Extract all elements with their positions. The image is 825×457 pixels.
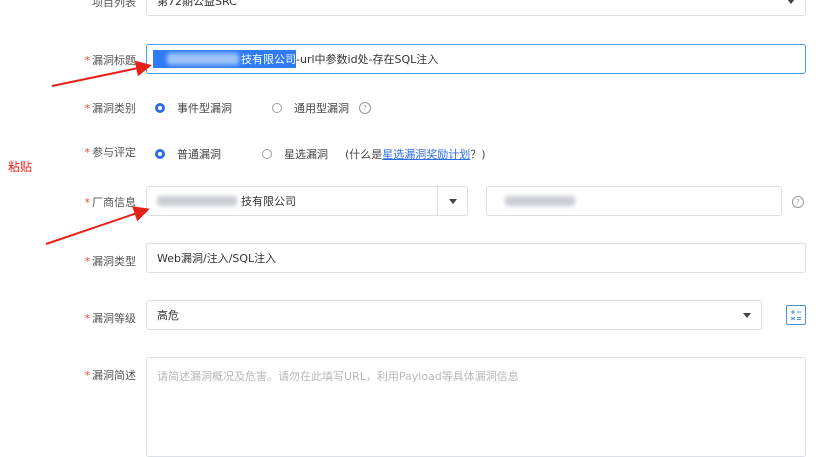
radio-dot: [262, 149, 272, 159]
evaluation-label: * 参与评定: [84, 146, 137, 159]
vuln-type-input[interactable]: Web漏洞/注入/SQL注入: [146, 243, 806, 273]
radio-star-vuln[interactable]: 星选漏洞: [262, 146, 328, 162]
category-label: * 漏洞类别: [84, 102, 137, 115]
radio-dot-selected: [155, 103, 165, 113]
category-row: * 漏洞类别 事件型漏洞 通用型漏洞 ?: [0, 96, 825, 120]
project-row: 项目列表 第72期公益SRC: [0, 0, 825, 16]
question-circle-icon[interactable]: ?: [359, 102, 371, 114]
caret-down-icon: [743, 313, 751, 318]
project-label: 项目列表: [92, 0, 136, 9]
title-label: * 漏洞标题: [84, 54, 137, 67]
radio-general-type[interactable]: 通用型漏洞 ?: [272, 100, 371, 116]
level-select[interactable]: 高危: [146, 300, 762, 330]
vuln-type-row: * 漏洞类型 Web漏洞/注入/SQL注入: [0, 243, 825, 273]
radio-dot-selected: [155, 149, 165, 159]
star-plan-note: (什么是 星选漏洞奖励计划？): [345, 146, 486, 162]
project-select[interactable]: 第72期公益SRC: [146, 0, 806, 16]
title-selection: 技有限公司: [153, 50, 296, 68]
redacted-company: [167, 53, 239, 65]
radio-event-type[interactable]: 事件型漏洞: [155, 100, 232, 116]
vendor-row: * 厂商信息 技有限公司 ?: [0, 186, 825, 216]
title-input[interactable]: 技有限公司 -url中参数id处-存在SQL注入: [146, 44, 806, 74]
vendor-select-divider: [437, 187, 438, 215]
star-plan-link[interactable]: 星选漏洞奖励计划: [382, 146, 470, 162]
question-circle-icon[interactable]: ?: [792, 196, 804, 208]
level-label: * 漏洞等级: [84, 312, 137, 325]
vuln-type-label: * 漏洞类型: [84, 255, 137, 268]
caret-down-icon: [787, 0, 795, 4]
redacted-vendor-extra: [505, 196, 575, 206]
evaluation-row: * 参与评定 普通漏洞 星选漏洞 (什么是 星选漏洞奖励计划？): [0, 142, 825, 166]
project-value: 第72期公益SRC: [157, 0, 237, 8]
calculator-icon[interactable]: [786, 305, 806, 325]
desc-row: * 漏洞简述 请简述漏洞概况及危害。请勿在此填写URL，利用Payload等具体漏…: [0, 357, 825, 457]
title-row: * 漏洞标题 技有限公司 -url中参数id处-存在SQL注入: [0, 44, 825, 74]
caret-down-icon: [449, 199, 457, 204]
desc-label: * 漏洞简述: [84, 369, 137, 382]
level-row: * 漏洞等级 高危: [0, 300, 825, 330]
vendor-select[interactable]: 技有限公司: [146, 186, 468, 216]
level-value: 高危: [157, 309, 179, 322]
annotation-paste: 粘贴: [8, 160, 33, 174]
desc-textarea[interactable]: 请简述漏洞概况及危害。请勿在此填写URL，利用Payload等具体漏洞信息: [146, 357, 806, 457]
vuln-type-value: Web漏洞/注入/SQL注入: [157, 252, 277, 265]
radio-normal-vuln[interactable]: 普通漏洞: [155, 146, 221, 162]
radio-dot: [272, 103, 282, 113]
vendor-label: * 厂商信息: [84, 196, 137, 209]
vendor-extra-input[interactable]: [486, 186, 782, 216]
title-rest: -url中参数id处-存在SQL注入: [296, 53, 439, 66]
desc-placeholder: 请简述漏洞概况及危害。请勿在此填写URL，利用Payload等具体漏洞信息: [157, 370, 519, 383]
redacted-vendor: [157, 196, 237, 206]
